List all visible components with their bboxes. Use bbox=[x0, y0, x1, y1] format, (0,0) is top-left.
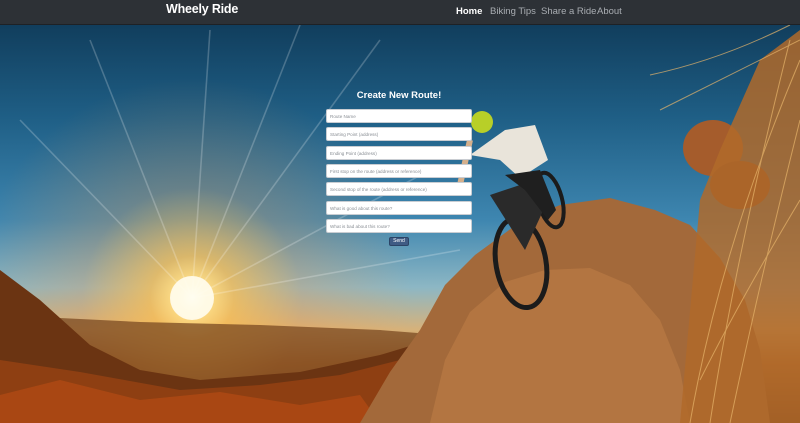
route-name-input[interactable] bbox=[326, 109, 472, 123]
nav-link-home[interactable]: Home bbox=[456, 6, 482, 17]
send-button[interactable]: Send bbox=[389, 237, 409, 246]
first-stop-input[interactable] bbox=[326, 164, 472, 178]
second-stop-input[interactable] bbox=[326, 182, 472, 196]
nav-link-biking-tips[interactable]: Biking Tips bbox=[490, 6, 536, 17]
top-navbar: Wheely Ride Home Biking Tips Share a Rid… bbox=[0, 0, 800, 25]
starting-point-input[interactable] bbox=[326, 127, 472, 141]
nav-link-share-a-ride[interactable]: Share a Ride bbox=[541, 6, 596, 17]
bad-about-route-input[interactable] bbox=[326, 219, 472, 233]
form-title: Create New Route! bbox=[356, 90, 442, 101]
brand-logo[interactable]: Wheely Ride bbox=[166, 2, 238, 16]
ending-point-input[interactable] bbox=[326, 146, 472, 160]
good-about-route-input[interactable] bbox=[326, 201, 472, 215]
nav-link-about[interactable]: About bbox=[597, 6, 622, 17]
